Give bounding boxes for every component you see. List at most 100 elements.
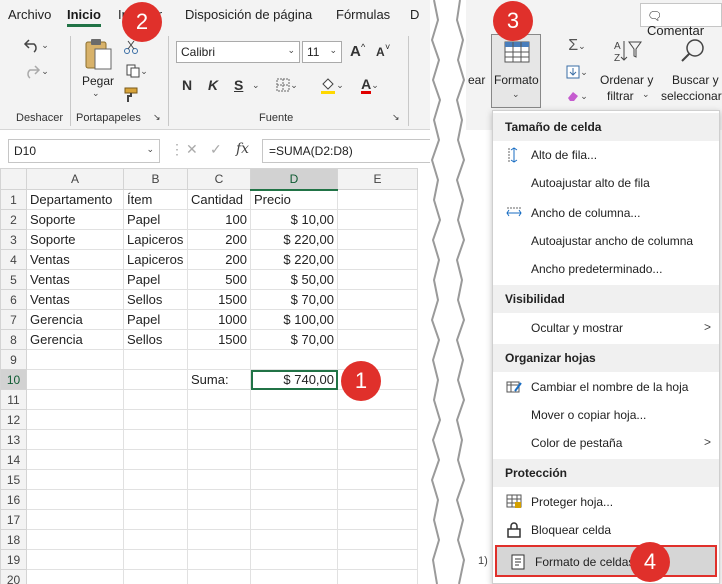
menu-item-ancho-predeterminado[interactable]: Ancho predeterminado... (493, 255, 719, 283)
cell[interactable] (187, 549, 251, 570)
cell[interactable] (123, 529, 188, 550)
row-header[interactable]: 6 (0, 289, 27, 310)
cell[interactable]: $ 740,00 (250, 369, 338, 390)
undo-icon[interactable]: ⌄ (22, 34, 50, 56)
cell[interactable] (250, 449, 338, 470)
cell[interactable] (123, 369, 188, 390)
cell[interactable] (187, 389, 251, 410)
cell[interactable] (337, 189, 418, 210)
paste-dropdown-icon[interactable]: ⌄ (92, 88, 100, 99)
row-header[interactable]: 19 (0, 549, 27, 570)
cell[interactable] (187, 529, 251, 550)
cell[interactable] (187, 449, 251, 470)
cell[interactable]: Precio (250, 189, 338, 210)
buscar-label-1[interactable]: Buscar y (672, 73, 719, 87)
format-painter-icon[interactable] (122, 86, 140, 104)
cell[interactable] (26, 569, 124, 584)
cell[interactable] (337, 409, 418, 430)
tab-formulas[interactable]: Fórmulas (336, 7, 390, 22)
cell[interactable]: Ventas (26, 269, 124, 290)
select-all-corner[interactable] (0, 168, 27, 190)
cell[interactable] (337, 509, 418, 530)
cell[interactable] (26, 509, 124, 530)
cell[interactable] (26, 549, 124, 570)
enter-icon[interactable]: ✓ (210, 141, 222, 158)
row-header[interactable]: 9 (0, 349, 27, 370)
cell[interactable] (26, 409, 124, 430)
menu-item-autoajustar-ancho[interactable]: Autoajustar ancho de columna (493, 227, 719, 255)
menu-item-mover-copiar[interactable]: Mover o copiar hoja... (493, 401, 719, 429)
cell[interactable] (337, 229, 418, 250)
cell[interactable] (187, 509, 251, 530)
cell[interactable]: $ 70,00 (250, 289, 338, 310)
cell[interactable]: Ventas (26, 289, 124, 310)
menu-item-ocultar-mostrar[interactable]: Ocultar y mostrar > (493, 314, 719, 342)
ordenar-label-1[interactable]: Ordenar y (600, 73, 653, 87)
cell[interactable]: Gerencia (26, 329, 124, 350)
column-header[interactable]: D (250, 168, 338, 191)
cell[interactable] (250, 509, 338, 530)
search-icon[interactable] (678, 36, 708, 66)
cell[interactable]: $ 220,00 (250, 229, 338, 250)
cell[interactable] (26, 389, 124, 410)
cell[interactable] (337, 469, 418, 490)
cell[interactable]: Lapiceros (123, 229, 188, 250)
row-header[interactable]: 3 (0, 229, 27, 250)
cell[interactable] (123, 389, 188, 410)
cell[interactable] (337, 269, 418, 290)
cell[interactable] (337, 549, 418, 570)
cell[interactable] (26, 489, 124, 510)
cell[interactable] (250, 529, 338, 550)
cell[interactable] (250, 349, 338, 370)
menu-item-formato-celdas[interactable]: Formato de celdas... (495, 545, 717, 577)
cell[interactable] (337, 329, 418, 350)
cell[interactable] (123, 569, 188, 584)
cell[interactable]: 100 (187, 209, 251, 230)
buscar-label-2[interactable]: seleccionar (661, 89, 722, 103)
cell[interactable] (26, 429, 124, 450)
menu-item-ancho-columna[interactable]: Ancho de columna... (493, 199, 719, 227)
cell[interactable] (187, 429, 251, 450)
cell[interactable] (187, 409, 251, 430)
row-header[interactable]: 5 (0, 269, 27, 290)
cell[interactable] (123, 449, 188, 470)
cell[interactable]: $ 70,00 (250, 329, 338, 350)
cell[interactable]: 1500 (187, 329, 251, 350)
shrink-font-button[interactable]: A (376, 45, 385, 59)
cell[interactable] (337, 309, 418, 330)
cell[interactable] (123, 429, 188, 450)
cell[interactable]: Sellos (123, 329, 188, 350)
cell[interactable] (337, 489, 418, 510)
cell[interactable]: Sellos (123, 289, 188, 310)
menu-item-bloquear-celda[interactable]: Bloquear celda (493, 516, 719, 544)
tab-disposicion[interactable]: Disposición de página (185, 7, 312, 22)
menu-item-alto-fila[interactable]: Alto de fila... (493, 141, 719, 169)
formula-input[interactable]: =SUMA(D2:D8) (262, 139, 430, 163)
grow-font-button[interactable]: A (350, 43, 361, 60)
clear-icon[interactable]: ⌄ (560, 86, 594, 106)
font-name-combo[interactable]: Calibri ⌄ (176, 41, 300, 63)
dialog-launcher-icon[interactable]: ↘ (392, 112, 400, 123)
cell[interactable] (26, 529, 124, 550)
underline-dropdown-icon[interactable]: ⌄ (252, 80, 260, 91)
sort-filter-icon[interactable]: AZ (610, 36, 646, 66)
cell[interactable]: Papel (123, 309, 188, 330)
cell[interactable]: $ 50,00 (250, 269, 338, 290)
tab-archivo[interactable]: Archivo (8, 7, 51, 22)
cell[interactable] (250, 429, 338, 450)
cell[interactable]: Departamento (26, 189, 124, 210)
cell[interactable]: Suma: (187, 369, 251, 390)
cell[interactable] (187, 569, 251, 584)
cell[interactable]: Papel (123, 209, 188, 230)
row-header[interactable]: 8 (0, 329, 27, 350)
row-header[interactable]: 12 (0, 409, 27, 430)
fill-icon[interactable]: ⌄ (560, 62, 594, 82)
cell[interactable] (26, 449, 124, 470)
cancel-icon[interactable]: ✕ (186, 141, 198, 158)
tab-inicio[interactable]: Inicio (67, 7, 101, 27)
cell[interactable] (187, 489, 251, 510)
cell[interactable] (26, 469, 124, 490)
dialog-launcher-icon[interactable]: ↘ (153, 112, 161, 123)
menu-item-autoajustar-alto[interactable]: Autoajustar alto de fila (493, 169, 719, 197)
font-size-combo[interactable]: 11 ⌄ (302, 41, 342, 63)
